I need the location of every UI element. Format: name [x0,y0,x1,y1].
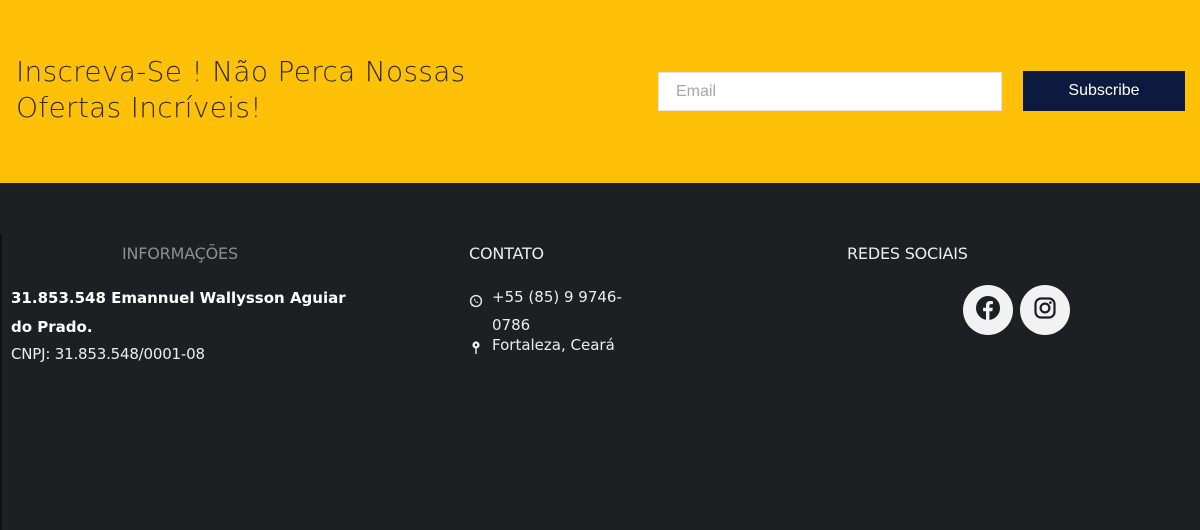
instagram-button[interactable] [1020,285,1070,335]
whatsapp-icon [469,289,485,308]
info-heading: INFORMAÇÕES [122,244,238,263]
facebook-button[interactable] [963,285,1013,335]
subscribe-button[interactable]: Subscribe [1023,71,1185,111]
contact-location-text: Fortaleza, Ceará [492,336,615,354]
footer [0,234,1200,530]
email-input[interactable] [658,72,1002,111]
newsletter-title: Inscreva-Se ! Não Perca Nossas Ofertas I… [16,55,466,124]
company-cnpj: CNPJ: 31.853.548/0001-08 [11,345,205,363]
redes-heading: REDES SOCIAIS [847,244,968,263]
instagram-icon [1033,296,1057,325]
contato-heading: CONTATO [469,244,544,263]
newsletter-section: Inscreva-Se ! Não Perca Nossas Ofertas I… [0,0,1200,183]
footer-divider [0,234,2,530]
map-pin-icon [469,337,485,354]
facebook-icon [975,295,1001,326]
company-name: 31.853.548 Emannuel Wallysson Aguiar do … [11,289,346,336]
footer-top-band [0,183,1200,234]
